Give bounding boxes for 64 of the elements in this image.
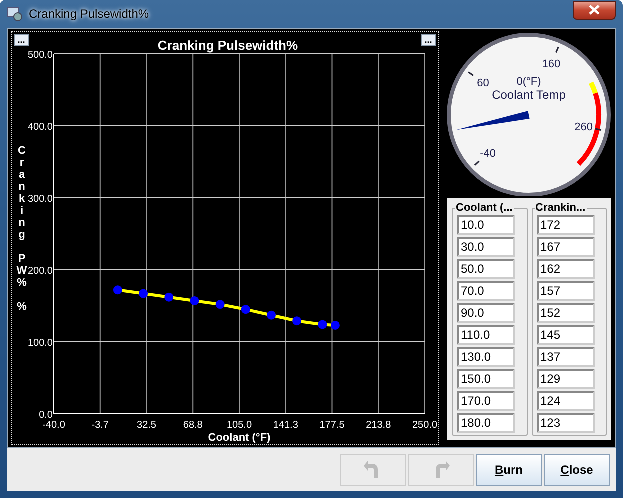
data-point[interactable] (139, 289, 148, 298)
y-tick-label: 500.0 (28, 50, 53, 61)
cell-field[interactable]: 145 (536, 325, 594, 345)
dialog-button[interactable]: Close (544, 454, 610, 486)
y-tick-label: 400.0 (28, 122, 53, 133)
x-tick-label: 68.8 (183, 420, 203, 431)
y-tick-label: 0.0 (39, 410, 53, 421)
dialog-button[interactable]: Burn (476, 454, 542, 486)
close-icon (589, 5, 600, 15)
cell-field[interactable]: 167 (536, 237, 594, 257)
cell-field[interactable]: 157 (536, 281, 594, 301)
cell-field[interactable]: 10.0 (457, 215, 515, 235)
x-tick-label: 105.0 (226, 420, 252, 431)
cell-field[interactable]: 150.0 (457, 369, 515, 389)
cell-field[interactable]: 162 (536, 259, 594, 279)
options-button[interactable]: ... (421, 34, 436, 46)
x-tick-label: -40.0 (42, 420, 66, 431)
x-tick-label: 213.8 (366, 420, 392, 431)
gauge-tick-label: 160 (542, 58, 561, 71)
gauge-tick-label: 60 (477, 78, 490, 90)
cell-field[interactable]: 137 (536, 347, 594, 367)
column-header: Coolant (... (455, 202, 514, 214)
x-axis-title: Coolant (°F) (208, 432, 271, 444)
data-point[interactable] (216, 300, 225, 310)
app-icon (7, 6, 23, 22)
gauge-tick-label: -40 (480, 148, 496, 160)
cell-field[interactable]: 90.0 (457, 303, 515, 323)
cell-field[interactable]: 30.0 (457, 237, 515, 257)
cell-field[interactable]: 70.0 (457, 281, 515, 301)
cell-field[interactable]: 110.0 (457, 325, 515, 345)
gauge-tick-label: 260 (574, 122, 593, 134)
x-tick-label: 141.3 (273, 420, 298, 431)
data-point[interactable] (241, 305, 250, 314)
close-button[interactable] (573, 0, 616, 20)
warning-arc (588, 82, 598, 94)
x-tick-label: 177.5 (320, 420, 345, 431)
gauge-title: Coolant Temp (492, 88, 566, 102)
column-header: Crankin... (534, 202, 587, 214)
cell-field[interactable]: 130.0 (457, 347, 515, 367)
data-point[interactable] (266, 310, 276, 320)
data-point[interactable] (292, 316, 302, 326)
data-point[interactable] (190, 296, 200, 306)
options-button[interactable]: ... (14, 34, 29, 46)
x-tick-label: 32.5 (137, 420, 156, 431)
gauge-reading: 0(°F) (516, 76, 542, 88)
y-tick-label: 200.0 (28, 266, 53, 277)
data-point[interactable] (330, 320, 340, 330)
cell-field[interactable]: 172 (536, 215, 594, 235)
cell-field[interactable]: 180.0 (457, 413, 515, 433)
x-tick-label: -3.7 (92, 420, 109, 431)
chart-title: Cranking Pulsewidth% (158, 38, 298, 53)
y-tick-label: 100.0 (28, 338, 53, 349)
cell-field[interactable]: 170.0 (457, 391, 515, 411)
data-point[interactable] (164, 292, 174, 302)
x-tick-label: 250.0 (412, 420, 438, 431)
data-point[interactable] (318, 320, 328, 330)
y-tick-label: 300.0 (28, 194, 53, 205)
y-axis-title: Cranking PW% % (16, 145, 28, 313)
cell-field[interactable]: 50.0 (457, 259, 515, 279)
cell-field[interactable]: 129 (536, 369, 594, 389)
cell-field[interactable]: 124 (536, 391, 594, 411)
window-title: Cranking Pulsewidth% (29, 7, 150, 21)
cell-field[interactable]: 152 (536, 303, 594, 323)
cell-field[interactable]: 123 (536, 413, 594, 433)
